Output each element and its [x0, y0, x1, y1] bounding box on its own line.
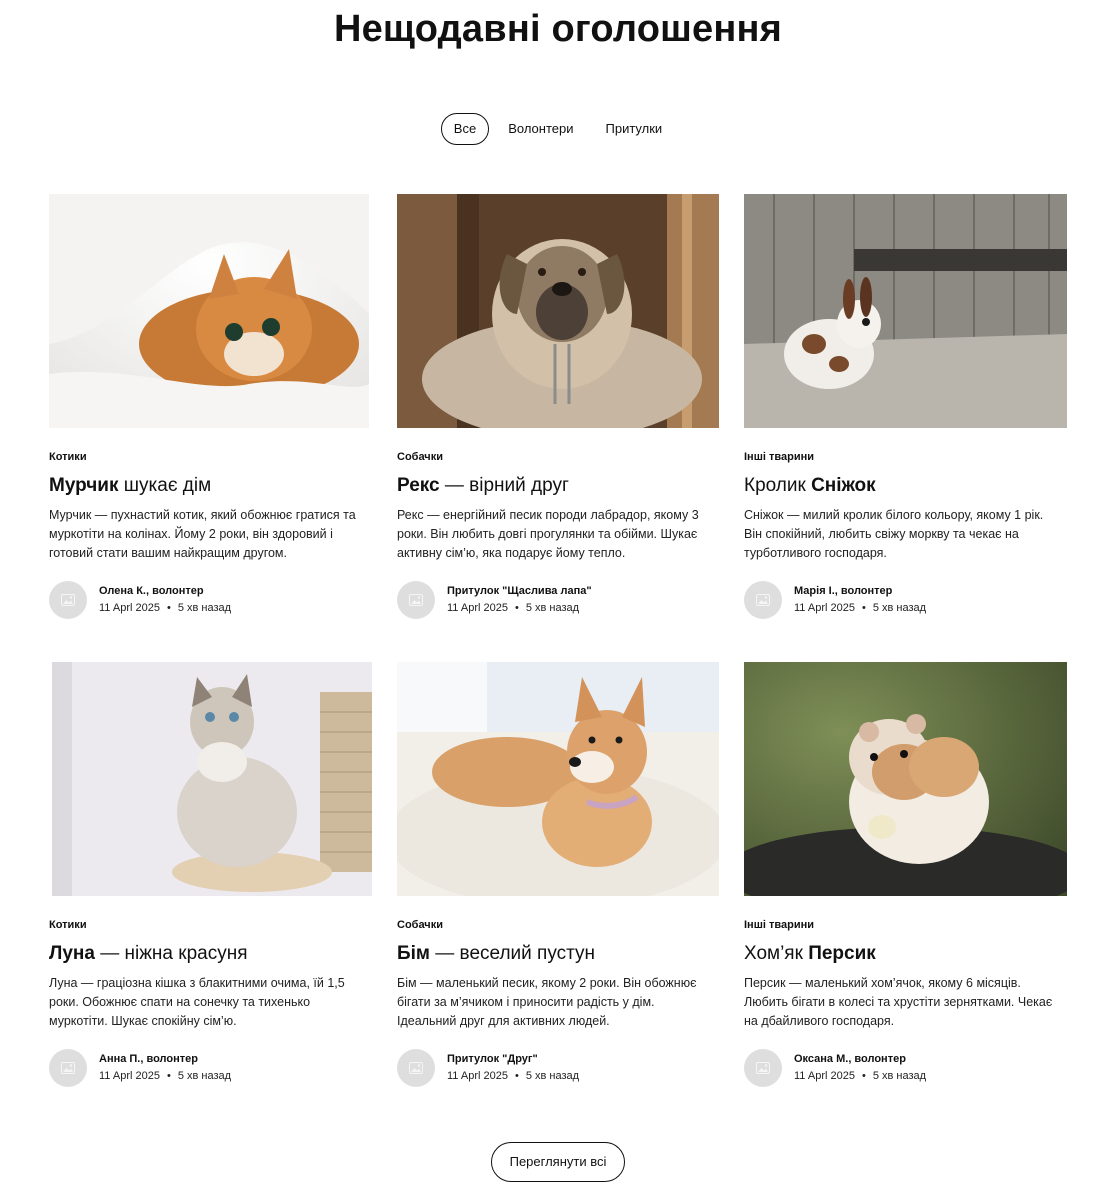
view-all-button[interactable]: Переглянути всі: [491, 1142, 625, 1182]
post-meta: 11 Aprl 2025 • 5 хв назад: [99, 602, 232, 614]
orange-cat-photo[interactable]: [49, 194, 369, 428]
avatar: [744, 1049, 782, 1087]
listing-card[interactable]: Інші тварини Кролик Сніжок Сніжок — мили…: [744, 194, 1067, 619]
filter-tabs: Все Волонтери Притулки: [0, 113, 1116, 145]
listing-card[interactable]: Котики Луна — ніжна красуня Луна — граці…: [49, 662, 372, 1087]
card-category: Інші тварини: [744, 451, 814, 463]
card-title[interactable]: Бім — веселий пустун: [397, 943, 719, 965]
card-description: Мурчик — пухнастий котик, який обожнює г…: [49, 508, 356, 560]
author-name: Притулок "Друг": [447, 1053, 538, 1065]
card-author: Оксана М., волонтер 11 Aprl 2025 • 5 хв на…: [744, 1049, 1067, 1087]
card-author: Притулок "Щаслива лапа" 11 Aprl 2025 • 5 х…: [397, 581, 719, 619]
listing-card[interactable]: Собачки Бім — веселий пустун Бім — мален…: [397, 662, 719, 1087]
author-name: Оксана М., волонтер: [794, 1053, 906, 1065]
rabbit-photo[interactable]: [744, 194, 1067, 428]
card-author: Притулок "Друг" 11 Aprl 2025 • 5 хв назад: [397, 1049, 719, 1087]
filter-tab-volunteers[interactable]: Волонтери: [495, 113, 587, 145]
post-meta: 11 Aprl 2025 • 5 хв назад: [794, 1070, 927, 1082]
avatar: [397, 581, 435, 619]
image-placeholder-icon: [61, 1062, 75, 1074]
image-placeholder-icon: [409, 1062, 423, 1074]
author-name: Олена К., волонтер: [99, 585, 204, 597]
dog-in-kennel-photo[interactable]: [397, 194, 719, 428]
card-category: Собачки: [397, 919, 443, 931]
card-title[interactable]: Луна — ніжна красуня: [49, 943, 372, 965]
listing-card[interactable]: Собачки Рекс — вірний друг Рекс — енергі…: [397, 194, 719, 619]
card-author: Марія І., волонтер 11 Aprl 2025 • 5 хв наз…: [744, 581, 1067, 619]
card-category: Інші тварини: [744, 919, 814, 931]
post-meta: 11 Aprl 2025 • 5 хв назад: [447, 1070, 580, 1082]
author-name: Марія І., волонтер: [794, 585, 893, 597]
filter-tab-all[interactable]: Все: [440, 113, 490, 145]
card-title[interactable]: Хом’як Персик: [744, 943, 1067, 965]
image-placeholder-icon: [409, 594, 423, 606]
post-meta: 11 Aprl 2025 • 5 хв назад: [99, 1070, 232, 1082]
author-name: Анна П., волонтер: [99, 1053, 198, 1065]
avatar: [49, 581, 87, 619]
filter-tab-shelters[interactable]: Притулки: [592, 113, 676, 145]
card-description: Сніжок — милий кролик білого кольору, як…: [744, 508, 1044, 560]
avatar: [744, 581, 782, 619]
listing-card[interactable]: Котики Мурчик шукає дім Мурчик — пухнаст…: [49, 194, 369, 619]
card-description: Бім — маленький песик, якому 2 роки. Він…: [397, 976, 697, 1028]
card-author: Олена К., волонтер 11 Aprl 2025 • 5 хв наз…: [49, 581, 369, 619]
page-title: Нещодавні оголошення: [333, 8, 783, 50]
card-title[interactable]: Рекс — вірний друг: [397, 475, 719, 497]
listing-card[interactable]: Інші тварини Хом’як Персик Персик — мале…: [744, 662, 1067, 1087]
card-category: Котики: [49, 451, 87, 463]
card-category: Собачки: [397, 451, 443, 463]
card-author: Анна П., волонтер 11 Aprl 2025 • 5 хв наза…: [49, 1049, 372, 1087]
avatar: [397, 1049, 435, 1087]
card-description: Персик — маленький хом’ячок, якому 6 міс…: [744, 976, 1053, 1028]
post-meta: 11 Aprl 2025 • 5 хв назад: [447, 602, 580, 614]
card-category: Котики: [49, 919, 87, 931]
hamster-photo[interactable]: [744, 662, 1067, 896]
avatar: [49, 1049, 87, 1087]
image-placeholder-icon: [61, 594, 75, 606]
card-title[interactable]: Кролик Сніжок: [744, 475, 1067, 497]
image-placeholder-icon: [756, 1062, 770, 1074]
card-description: Рекс — енергійний песик породи лабрадор,…: [397, 508, 699, 560]
post-meta: 11 Aprl 2025 • 5 хв назад: [794, 602, 927, 614]
card-description: Луна — граціозна кішка з блакитними очим…: [49, 976, 345, 1028]
author-name: Притулок "Щаслива лапа": [447, 585, 592, 597]
image-placeholder-icon: [756, 594, 770, 606]
card-title[interactable]: Мурчик шукає дім: [49, 475, 369, 497]
puppy-photo[interactable]: [397, 662, 719, 896]
fluffy-cat-photo[interactable]: [52, 662, 372, 896]
